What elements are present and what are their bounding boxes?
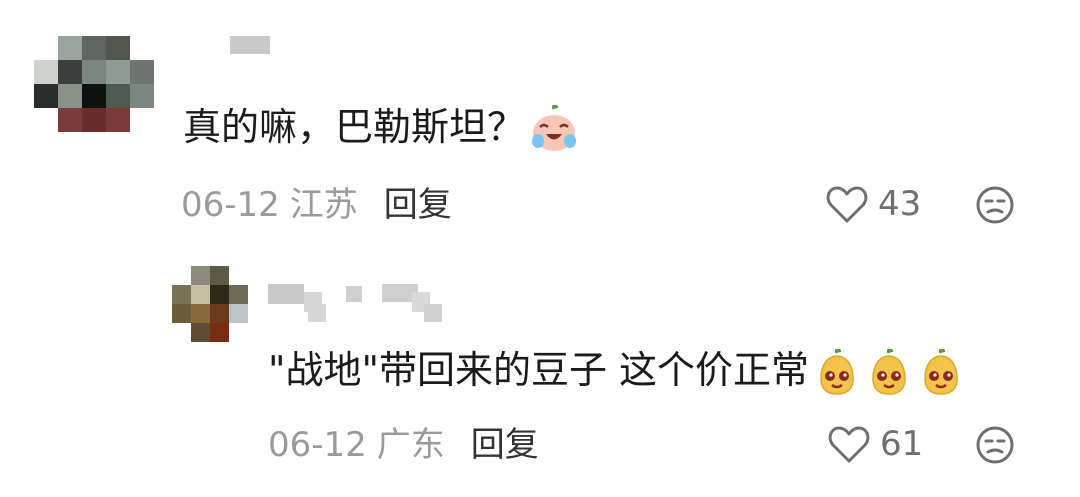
meh-face-icon [976,426,1014,464]
like-count: 43 [878,184,922,224]
comment-date: 06-12 [181,185,280,225]
username-blurred[interactable] [230,36,270,54]
heart-outline-icon [826,186,868,223]
heart-outline-icon [828,426,870,463]
reply-button[interactable]: 回复 [384,185,452,225]
crying-laughing-face-icon [529,104,579,155]
like-count: 61 [880,424,924,464]
comment-text: "战地"带回来的豆子 这个价正常 [268,346,965,397]
comment-meta: 06-12 江苏 回复 [181,185,452,225]
comment-location: 广东 [376,425,445,465]
dislike-button[interactable] [975,185,1015,225]
comment-date: 06-12 [268,425,367,465]
comment-location: 江苏 [289,185,358,225]
like-button[interactable]: 61 [828,424,923,464]
dislike-button[interactable] [975,425,1015,465]
avatar[interactable] [172,266,248,342]
avatar[interactable] [34,36,154,132]
bean-face-icon [917,348,965,397]
username-blurred[interactable] [268,284,448,324]
like-button[interactable]: 43 [826,184,921,224]
meh-face-icon [976,186,1014,224]
comment-text: 真的嘛，巴勒斯坦？ [183,103,579,155]
reply-button[interactable]: 回复 [471,425,539,465]
comment-meta: 06-12 广东 回复 [268,425,539,465]
bean-face-icon [813,348,861,397]
bean-face-icon [865,348,913,397]
